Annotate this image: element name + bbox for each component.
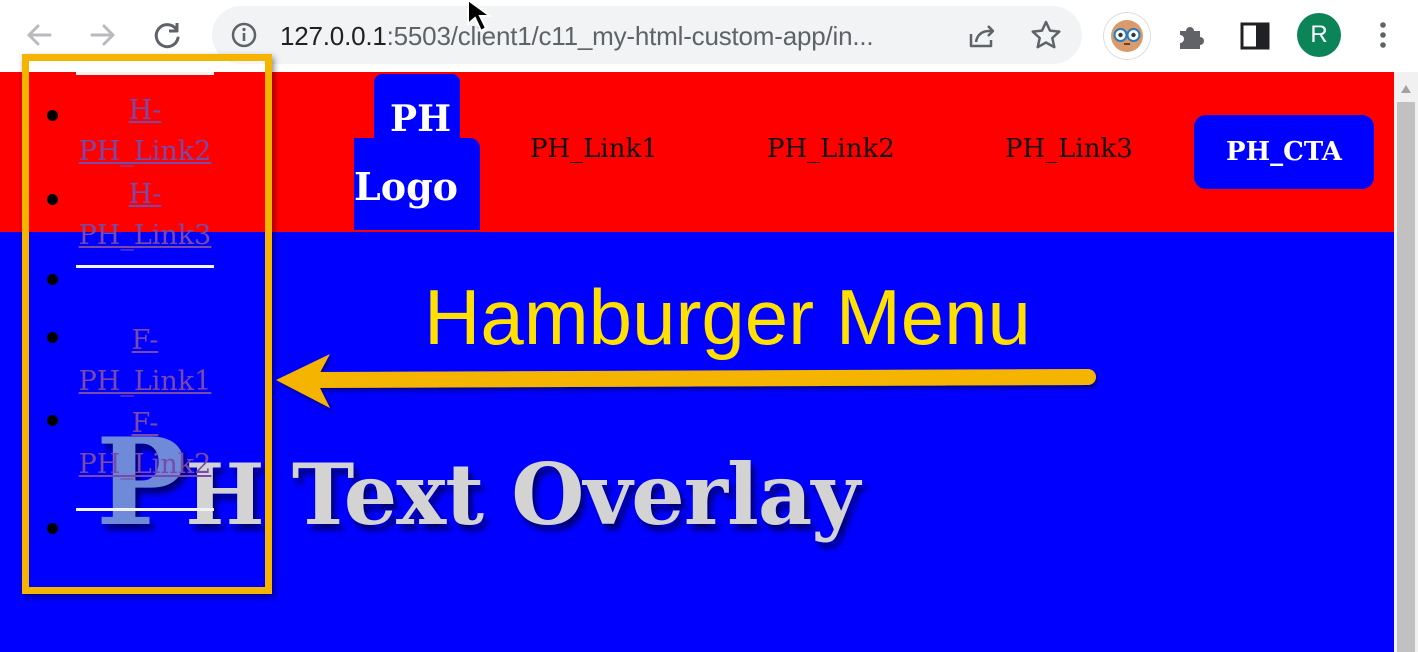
back-arrow-icon xyxy=(27,24,52,46)
puzzle-icon[interactable] xyxy=(1174,19,1208,53)
side-panel-icon[interactable] xyxy=(1238,19,1272,53)
page-scrollbar[interactable] xyxy=(1394,72,1418,652)
reload-button[interactable] xyxy=(149,17,185,53)
forward-button[interactable] xyxy=(85,17,121,53)
star-icon[interactable] xyxy=(1030,19,1062,51)
nav-link-1[interactable]: PH_Link1 xyxy=(530,134,658,164)
annotation-highlight-box xyxy=(22,54,272,594)
site-logo[interactable]: PH Logo xyxy=(354,74,480,230)
scroll-up-arrow-icon[interactable] xyxy=(1400,84,1412,94)
nav-link-3[interactable]: PH_Link3 xyxy=(1005,134,1133,164)
logo-line-2: Logo xyxy=(354,164,458,209)
extension-owl-icon xyxy=(1111,20,1143,52)
annotation-arrow-icon xyxy=(276,354,1096,408)
kebab-menu-icon[interactable] xyxy=(1366,18,1400,52)
forward-arrow-icon xyxy=(90,24,115,46)
scrollbar-thumb[interactable] xyxy=(1397,102,1415,652)
url-path: :5503/client1/c11_my-html-custom-app/in.… xyxy=(386,21,874,51)
back-button[interactable] xyxy=(21,17,57,53)
info-icon[interactable] xyxy=(230,21,258,49)
logo-line-1: PH xyxy=(390,98,452,140)
url-host: 127.0.0.1 xyxy=(280,21,387,51)
share-icon[interactable] xyxy=(966,20,998,52)
extension-button[interactable] xyxy=(1104,13,1150,59)
url-text[interactable]: 127.0.0.1:5503/client1/c11_my-html-custo… xyxy=(280,21,874,51)
nav-link-2[interactable]: PH_Link2 xyxy=(767,134,895,164)
mouse-pointer-icon xyxy=(467,0,494,33)
address-bar[interactable]: 127.0.0.1:5503/client1/c11_my-html-custo… xyxy=(212,6,1082,64)
reload-icon xyxy=(154,23,180,49)
profile-avatar[interactable]: R xyxy=(1297,13,1341,57)
overlay-text: H Text Overlay xyxy=(185,445,860,544)
cta-button[interactable]: PH_CTA xyxy=(1194,115,1374,189)
